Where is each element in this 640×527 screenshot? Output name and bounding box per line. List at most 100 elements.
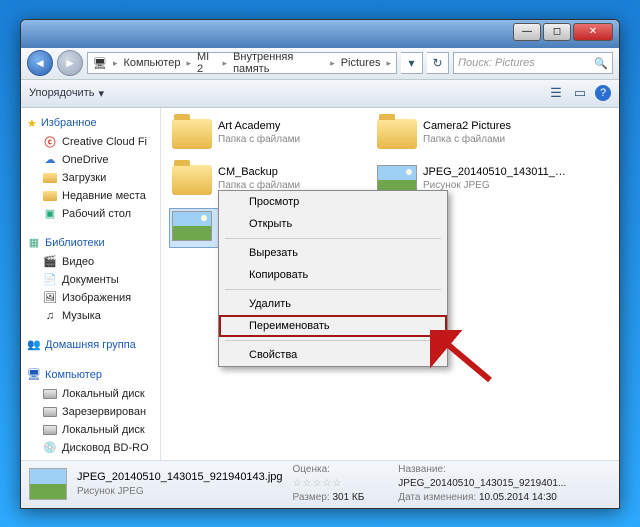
chevron-right-icon: ▸ [183,58,194,69]
image-icon: 🖼 [43,291,57,305]
image-thumbnail-icon [172,211,212,241]
computer-header[interactable]: 🖥Компьютер [21,365,160,385]
sidebar-item-bd-rom[interactable]: 💿Дисковод BD-RO [21,439,160,457]
star-icon: ★ [27,117,37,130]
drive-icon [43,423,57,437]
sidebar-item-downloads[interactable]: Загрузки [21,169,160,187]
video-icon: 🎬 [43,255,57,269]
maximize-button[interactable]: ◻ [543,23,571,41]
menu-separator [225,289,441,290]
sidebar-item-onedrive[interactable]: ☁OneDrive [21,151,160,169]
homegroup-header[interactable]: 👥Домашняя группа [21,335,160,355]
file-name: CM_Backup [218,165,300,179]
drive-icon [43,405,57,419]
folder-item[interactable]: Camera2 PicturesПапка с файлами [374,116,569,156]
sidebar-item-images[interactable]: 🖼Изображения [21,289,160,307]
status-filetype: Рисунок JPEG [77,485,283,498]
desktop-icon: ▣ [43,207,57,221]
menu-item-rename[interactable]: Переименовать [219,315,447,337]
computer-icon: 🖥 [90,57,110,70]
toolbar: Упорядочить ▾ ☰ ▭ ? [21,80,619,108]
chevron-down-icon: ▾ [98,87,104,100]
music-icon: ♫ [43,309,57,323]
cloud-icon: ☁ [43,153,57,167]
rating-stars[interactable]: ☆☆☆☆☆ [293,478,343,489]
chevron-right-icon: ▸ [110,58,121,69]
date-value: 10.05.2014 14:30 [479,492,557,503]
navigation-pane: ★Избранное ⓒCreative Cloud Fi ☁OneDrive … [21,108,161,460]
menu-item-open[interactable]: Открыть [219,213,447,235]
file-name: Camera2 Pictures [423,119,511,133]
folder-icon [43,171,57,185]
document-icon: 📄 [43,273,57,287]
details-pane: JPEG_20140510_143015_921940143.jpg Рисун… [21,460,619,508]
close-button[interactable]: ✕ [573,23,613,41]
view-options-button[interactable]: ☰ [547,84,565,102]
chevron-right-icon: ▸ [383,58,394,69]
chevron-right-icon: ▸ [220,58,231,69]
context-menu: Просмотр Открыть Вырезать Копировать Уда… [218,190,448,367]
adobe-icon: ⓒ [43,135,57,149]
sidebar-item-local-disk-2[interactable]: Локальный диск [21,421,160,439]
breadcrumb-part[interactable]: Pictures [338,57,384,69]
refresh-button[interactable]: ↻ [427,52,449,74]
size-label: Размер: [293,492,330,503]
sidebar-item-creative-cloud[interactable]: ⓒCreative Cloud Fi [21,133,160,151]
search-placeholder: Поиск: Pictures [458,57,535,69]
preview-thumbnail-icon [29,468,67,500]
sidebar-item-videos[interactable]: 🎬Видео [21,253,160,271]
name-label: Название: [398,464,445,475]
file-name: JPEG_20140510_143011_-1468319931.jpg [423,165,566,179]
folder-icon [172,165,212,195]
date-label: Дата изменения: [398,492,476,503]
library-icon: ▦ [27,236,41,250]
refresh-button[interactable]: ▾ [401,52,423,74]
back-button[interactable]: ◄ [27,50,53,76]
search-input[interactable]: Поиск: Pictures 🔍 [453,52,613,74]
libraries-header[interactable]: ▦Библиотеки [21,233,160,253]
titlebar: — ◻ ✕ [21,20,619,48]
size-value: 301 КБ [332,492,364,503]
homegroup-icon: 👥 [27,338,41,352]
menu-item-view[interactable]: Просмотр [219,191,447,213]
name-value: JPEG_20140510_143015_9219401... [398,478,566,489]
menu-item-delete[interactable]: Удалить [219,293,447,315]
computer-icon: 🖥 [27,368,41,382]
folder-item[interactable]: Art AcademyПапка с файлами [169,116,364,156]
sidebar-item-recent[interactable]: Недавние места [21,187,160,205]
status-filename: JPEG_20140510_143015_921940143.jpg [77,470,283,484]
search-icon: 🔍 [594,57,608,70]
breadcrumb-part[interactable]: MI 2 [194,51,220,75]
menu-item-properties[interactable]: Свойства [219,344,447,366]
sidebar-item-music[interactable]: ♫Музыка [21,307,160,325]
minimize-button[interactable]: — [513,23,541,41]
file-type: Папка с файлами [218,133,300,146]
folder-icon [172,119,212,149]
favorites-header[interactable]: ★Избранное [21,114,160,133]
file-name: Art Academy [218,119,300,133]
menu-separator [225,340,441,341]
menu-item-cut[interactable]: Вырезать [219,242,447,264]
breadcrumb-part[interactable]: Компьютер [121,57,184,69]
folder-icon [43,189,57,203]
organize-menu[interactable]: Упорядочить ▾ [29,87,104,100]
preview-pane-button[interactable]: ▭ [571,84,589,102]
sidebar-item-local-disk[interactable]: Локальный диск [21,385,160,403]
menu-separator [225,238,441,239]
disc-icon: 💿 [43,441,57,455]
file-type: Папка с файлами [423,133,511,146]
rating-label: Оценка: [293,464,330,475]
folder-icon [377,119,417,149]
forward-button[interactable]: ► [57,50,83,76]
sidebar-item-desktop[interactable]: ▣Рабочий стол [21,205,160,223]
sidebar-item-documents[interactable]: 📄Документы [21,271,160,289]
sidebar-item-reserved[interactable]: Зарезервирован [21,403,160,421]
drive-icon [43,387,57,401]
address-bar[interactable]: 🖥 ▸ Компьютер ▸ MI 2 ▸ Внутренняя память… [87,52,397,74]
breadcrumb-part[interactable]: Внутренняя память [230,51,327,75]
chevron-right-icon: ▸ [327,58,338,69]
help-button[interactable]: ? [595,85,611,101]
navigation-bar: ◄ ► 🖥 ▸ Компьютер ▸ MI 2 ▸ Внутренняя па… [21,48,619,80]
menu-item-copy[interactable]: Копировать [219,264,447,286]
toolbar-label: Упорядочить [29,87,94,99]
